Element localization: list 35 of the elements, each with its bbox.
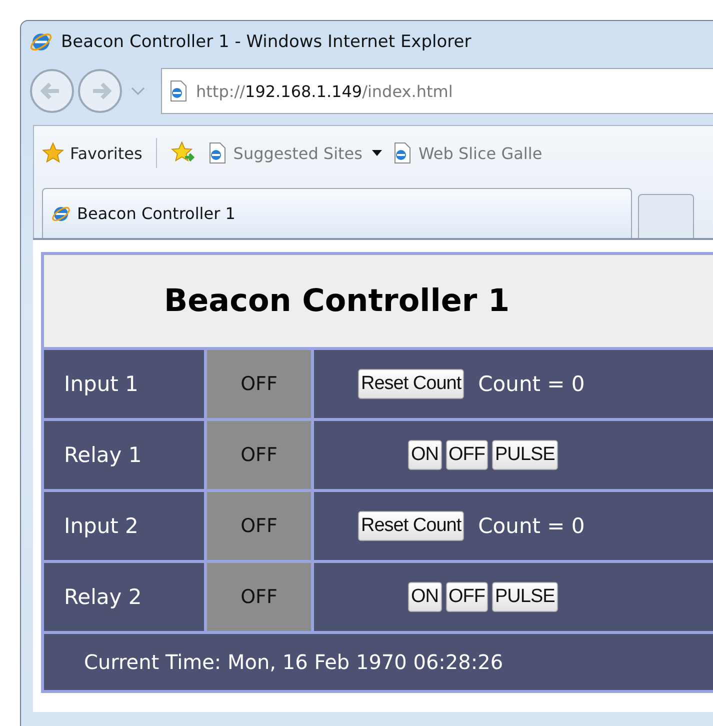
status-cell: OFF: [207, 421, 311, 489]
page-icon: [392, 142, 412, 164]
favorites-link[interactable]: Web Slice Galle: [392, 142, 542, 164]
count-text: Count = 0: [478, 514, 585, 538]
reset-count-button[interactable]: Reset Count: [358, 369, 464, 399]
reset-count-button[interactable]: Reset Count: [358, 511, 464, 541]
favorites-link[interactable]: Suggested Sites: [207, 142, 382, 164]
favorites-button[interactable]: Favorites: [42, 142, 142, 164]
channel-name: Input 2: [44, 492, 204, 560]
browser-tab[interactable]: Beacon Controller 1: [42, 188, 632, 238]
relay-button[interactable]: OFF: [446, 440, 488, 470]
channel-name: Relay 2: [44, 563, 204, 631]
relay-button[interactable]: PULSE: [492, 582, 558, 612]
relay-button[interactable]: PULSE: [492, 440, 558, 470]
page-icon: [168, 80, 188, 102]
channel-name: Input 1: [44, 350, 204, 418]
new-tab-button[interactable]: [638, 194, 694, 238]
url-text: http://192.168.1.149/index.html: [196, 82, 453, 100]
current-time: Current Time: Mon, 16 Feb 1970 06:28:26: [44, 634, 713, 690]
relay-button[interactable]: ON: [408, 582, 442, 612]
back-button[interactable]: [29, 68, 75, 114]
star-icon: [42, 142, 64, 164]
count-text: Count = 0: [478, 372, 585, 396]
status-cell: OFF: [207, 350, 311, 418]
dropdown-caret-icon[interactable]: [131, 86, 145, 96]
channel-name: Relay 1: [44, 421, 204, 489]
status-cell: OFF: [207, 492, 311, 560]
address-field[interactable]: http://192.168.1.149/index.html: [161, 68, 713, 114]
relay-button[interactable]: ON: [408, 440, 442, 470]
page-heading: Beacon Controller 1: [44, 255, 713, 347]
status-cell: OFF: [207, 563, 311, 631]
forward-button[interactable]: [77, 68, 123, 114]
window-title: Beacon Controller 1 - Windows Internet Explorer: [61, 32, 472, 52]
page-icon: [207, 142, 228, 164]
relay-button[interactable]: OFF: [446, 582, 488, 612]
